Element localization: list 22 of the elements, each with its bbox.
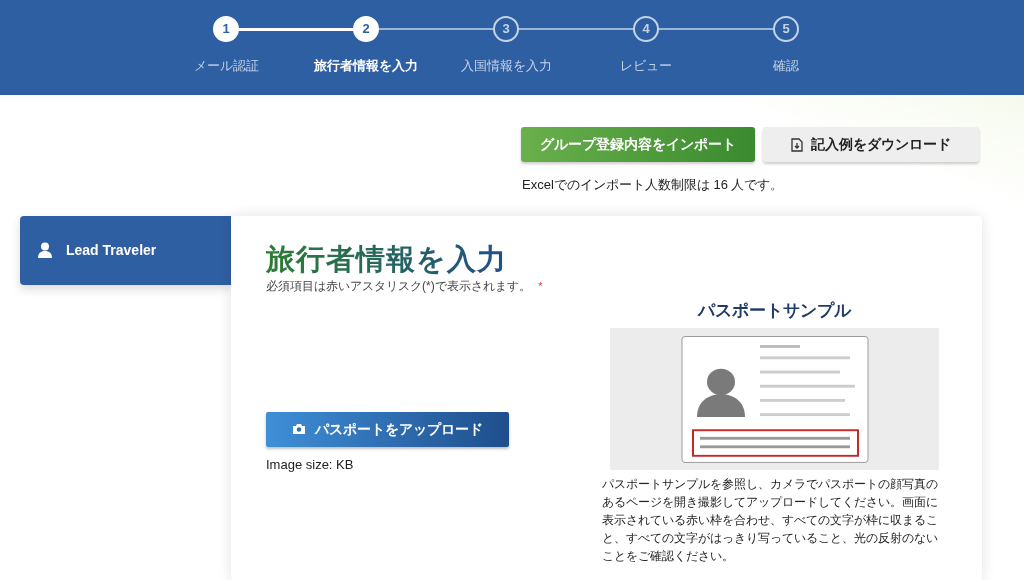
step-label: 入国情報を入力 xyxy=(460,57,552,75)
traveler-tab[interactable]: Lead Traveler xyxy=(20,215,231,285)
step-number: 1 xyxy=(213,16,239,42)
camera-icon xyxy=(292,424,305,435)
step-label: 旅行者情報を入力 xyxy=(314,57,418,75)
download-button[interactable]: 記入例をダウンロード xyxy=(763,127,979,162)
required-note: 必須項目は赤いアスタリスク(*)で表示されます。 xyxy=(266,279,531,294)
sample-instructions: パスポートサンプルを参照し、カメラでパスポートの顔写真のあるページを開き撮影してアップロードしてください。画面に表示されている赤い枠を合わせ、すべての文字が枠に収まること、すべての文字がはっきり写っていること、光の反射のないことをご確認ください。 xyxy=(602,476,939,566)
step-label: レビュー xyxy=(620,57,672,75)
step-number: 4 xyxy=(633,16,659,42)
step-number: 2 xyxy=(353,16,379,42)
step-number: 5 xyxy=(773,16,799,42)
required-mark: * xyxy=(538,280,543,293)
step-number: 3 xyxy=(493,16,519,42)
person-icon xyxy=(38,242,52,258)
download-file-icon xyxy=(791,137,803,152)
step-label: メール認証 xyxy=(193,57,259,75)
upload-passport-button[interactable]: パスポートをアップロード xyxy=(266,411,509,447)
step-label: 確認 xyxy=(773,57,799,75)
sample-title: パスポートサンプル xyxy=(698,300,851,320)
import-note: Excelでのインポート人数制限は 16 人です。 xyxy=(522,177,784,192)
image-size-text: Image size: KB xyxy=(266,456,354,472)
